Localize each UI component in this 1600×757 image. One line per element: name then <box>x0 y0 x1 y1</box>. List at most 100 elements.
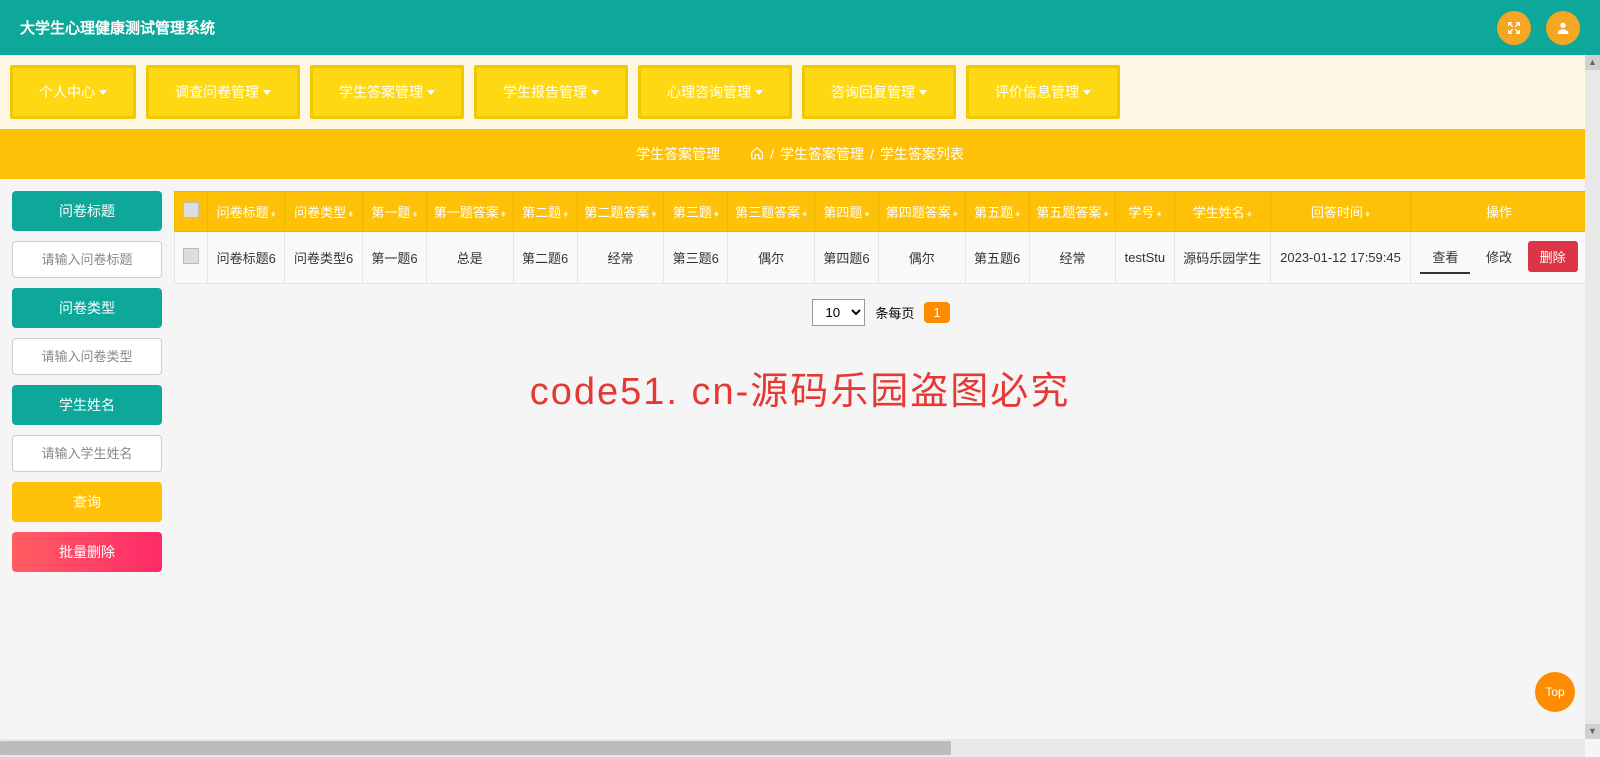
sort-icon: ♦ <box>953 209 958 220</box>
sort-icon: ♦ <box>348 209 353 220</box>
edit-button[interactable]: 修改 <box>1474 241 1524 272</box>
th-col[interactable]: 第五题♦ <box>965 192 1029 232</box>
th-col[interactable]: 第四题♦ <box>814 192 878 232</box>
sort-icon: ♦ <box>1247 209 1252 220</box>
nav-survey-mgmt[interactable]: 调查问卷管理 <box>146 65 300 119</box>
sort-icon: ♦ <box>563 209 568 220</box>
sort-icon: ♦ <box>1103 209 1108 220</box>
breadcrumb-current: 学生答案管理 <box>636 144 720 164</box>
cell-actions: 查看 修改 删除 <box>1410 232 1587 284</box>
vertical-scrollbar[interactable]: ▲ ▼ <box>1585 55 1600 739</box>
filter-label-student: 学生姓名 <box>12 385 162 425</box>
breadcrumb-link-2[interactable]: 学生答案列表 <box>880 144 964 164</box>
nav-student-report-mgmt[interactable]: 学生报告管理 <box>474 65 628 119</box>
view-button[interactable]: 查看 <box>1420 241 1470 274</box>
th-col[interactable]: 第一题♦ <box>362 192 426 232</box>
th-col[interactable]: 问卷标题♦ <box>208 192 285 232</box>
cell: 第四题6 <box>814 232 878 284</box>
page-number[interactable]: 1 <box>924 302 949 323</box>
data-table: 问卷标题♦ 问卷类型♦ 第一题♦ 第一题答案♦ 第二题♦ 第二题答案♦ 第三题♦… <box>174 191 1588 284</box>
th-col[interactable]: 回答时间♦ <box>1271 192 1411 232</box>
page-size-select[interactable]: 10 <box>812 299 865 326</box>
scroll-down-icon[interactable]: ▼ <box>1585 724 1600 739</box>
th-col[interactable]: 学生姓名♦ <box>1174 192 1271 232</box>
query-button[interactable]: 查询 <box>12 482 162 522</box>
filter-label-type: 问卷类型 <box>12 288 162 328</box>
table-header-row: 问卷标题♦ 问卷类型♦ 第一题♦ 第一题答案♦ 第二题♦ 第二题答案♦ 第三题♦… <box>175 192 1588 232</box>
nav-personal-center[interactable]: 个人中心 <box>10 65 136 119</box>
th-col[interactable]: 第四题答案♦ <box>879 192 965 232</box>
cell: 第五题6 <box>965 232 1029 284</box>
filter-input-type[interactable] <box>12 338 162 375</box>
cell: 问卷类型6 <box>285 232 362 284</box>
sort-icon: ♦ <box>802 209 807 220</box>
scrollbar-thumb[interactable] <box>0 741 951 755</box>
breadcrumb-link-1[interactable]: 学生答案管理 <box>780 144 864 164</box>
th-col[interactable]: 第一题答案♦ <box>427 192 513 232</box>
filter-input-title[interactable] <box>12 241 162 278</box>
cell: testStu <box>1116 232 1174 284</box>
breadcrumb: 学生答案管理 / 学生答案管理 / 学生答案列表 <box>0 129 1600 179</box>
home-icon[interactable] <box>750 146 764 163</box>
scroll-top-button[interactable]: Top <box>1535 672 1575 712</box>
top-header: 大学生心理健康测试管理系统 <box>0 0 1600 55</box>
chevron-down-icon <box>755 90 763 95</box>
sort-icon: ♦ <box>651 209 656 220</box>
chevron-down-icon <box>1083 90 1091 95</box>
system-title: 大学生心理健康测试管理系统 <box>20 17 215 38</box>
th-actions: 操作 <box>1410 192 1587 232</box>
content-wrap: 问卷标题 问卷类型 学生姓名 查询 批量删除 问卷标题♦ 问卷类型♦ 第一题♦ … <box>0 179 1600 584</box>
cell: 偶尔 <box>879 232 965 284</box>
per-page-label: 条每页 <box>875 303 914 322</box>
cell: 第三题6 <box>664 232 728 284</box>
th-col[interactable]: 第三题♦ <box>664 192 728 232</box>
table-row: 问卷标题6 问卷类型6 第一题6 总是 第二题6 经常 第三题6 偶尔 第四题6… <box>175 232 1588 284</box>
cell: 第一题6 <box>362 232 426 284</box>
chevron-down-icon <box>919 90 927 95</box>
sort-icon: ♦ <box>864 209 869 220</box>
filter-label-title: 问卷标题 <box>12 191 162 231</box>
row-checkbox[interactable] <box>183 248 199 264</box>
nav-student-answer-mgmt[interactable]: 学生答案管理 <box>310 65 464 119</box>
sort-icon: ♦ <box>1015 209 1020 220</box>
breadcrumb-path: / 学生答案管理 / 学生答案列表 <box>750 144 964 164</box>
chevron-down-icon <box>99 90 107 95</box>
select-all-checkbox[interactable] <box>183 202 199 218</box>
cell: 偶尔 <box>728 232 814 284</box>
scroll-up-icon[interactable]: ▲ <box>1585 55 1600 70</box>
chevron-down-icon <box>591 90 599 95</box>
cell: 总是 <box>427 232 513 284</box>
table-area: 问卷标题♦ 问卷类型♦ 第一题♦ 第一题答案♦ 第二题♦ 第二题答案♦ 第三题♦… <box>174 191 1588 572</box>
sort-icon: ♦ <box>1365 209 1370 220</box>
delete-button[interactable]: 删除 <box>1528 241 1578 272</box>
batch-delete-button[interactable]: 批量删除 <box>12 532 162 572</box>
cell: 问卷标题6 <box>208 232 285 284</box>
th-col[interactable]: 第二题答案♦ <box>577 192 663 232</box>
chevron-down-icon <box>263 90 271 95</box>
pagination: 10 条每页 1 <box>174 284 1588 341</box>
fullscreen-icon[interactable] <box>1497 11 1531 45</box>
sort-icon: ♦ <box>1156 209 1161 220</box>
th-col[interactable]: 问卷类型♦ <box>285 192 362 232</box>
chevron-down-icon <box>427 90 435 95</box>
nav-psych-consult-mgmt[interactable]: 心理咨询管理 <box>638 65 792 119</box>
cell: 经常 <box>577 232 663 284</box>
cell: 源码乐园学生 <box>1174 232 1271 284</box>
th-col[interactable]: 第三题答案♦ <box>728 192 814 232</box>
sort-icon: ♦ <box>501 209 506 220</box>
th-col[interactable]: 第五题答案♦ <box>1029 192 1115 232</box>
nav-eval-info-mgmt[interactable]: 评价信息管理 <box>966 65 1120 119</box>
user-icon[interactable] <box>1546 11 1580 45</box>
nav-consult-reply-mgmt[interactable]: 咨询回复管理 <box>802 65 956 119</box>
th-checkbox <box>175 192 208 232</box>
sort-icon: ♦ <box>714 209 719 220</box>
sort-icon: ♦ <box>412 209 417 220</box>
header-icons <box>1497 11 1580 45</box>
sort-icon: ♦ <box>271 209 276 220</box>
filter-input-student[interactable] <box>12 435 162 472</box>
nav-bar: 个人中心 调查问卷管理 学生答案管理 学生报告管理 心理咨询管理 咨询回复管理 … <box>0 55 1600 129</box>
th-col[interactable]: 第二题♦ <box>513 192 577 232</box>
filter-sidebar: 问卷标题 问卷类型 学生姓名 查询 批量删除 <box>12 191 162 572</box>
th-col[interactable]: 学号♦ <box>1116 192 1174 232</box>
horizontal-scrollbar[interactable] <box>0 739 1585 757</box>
